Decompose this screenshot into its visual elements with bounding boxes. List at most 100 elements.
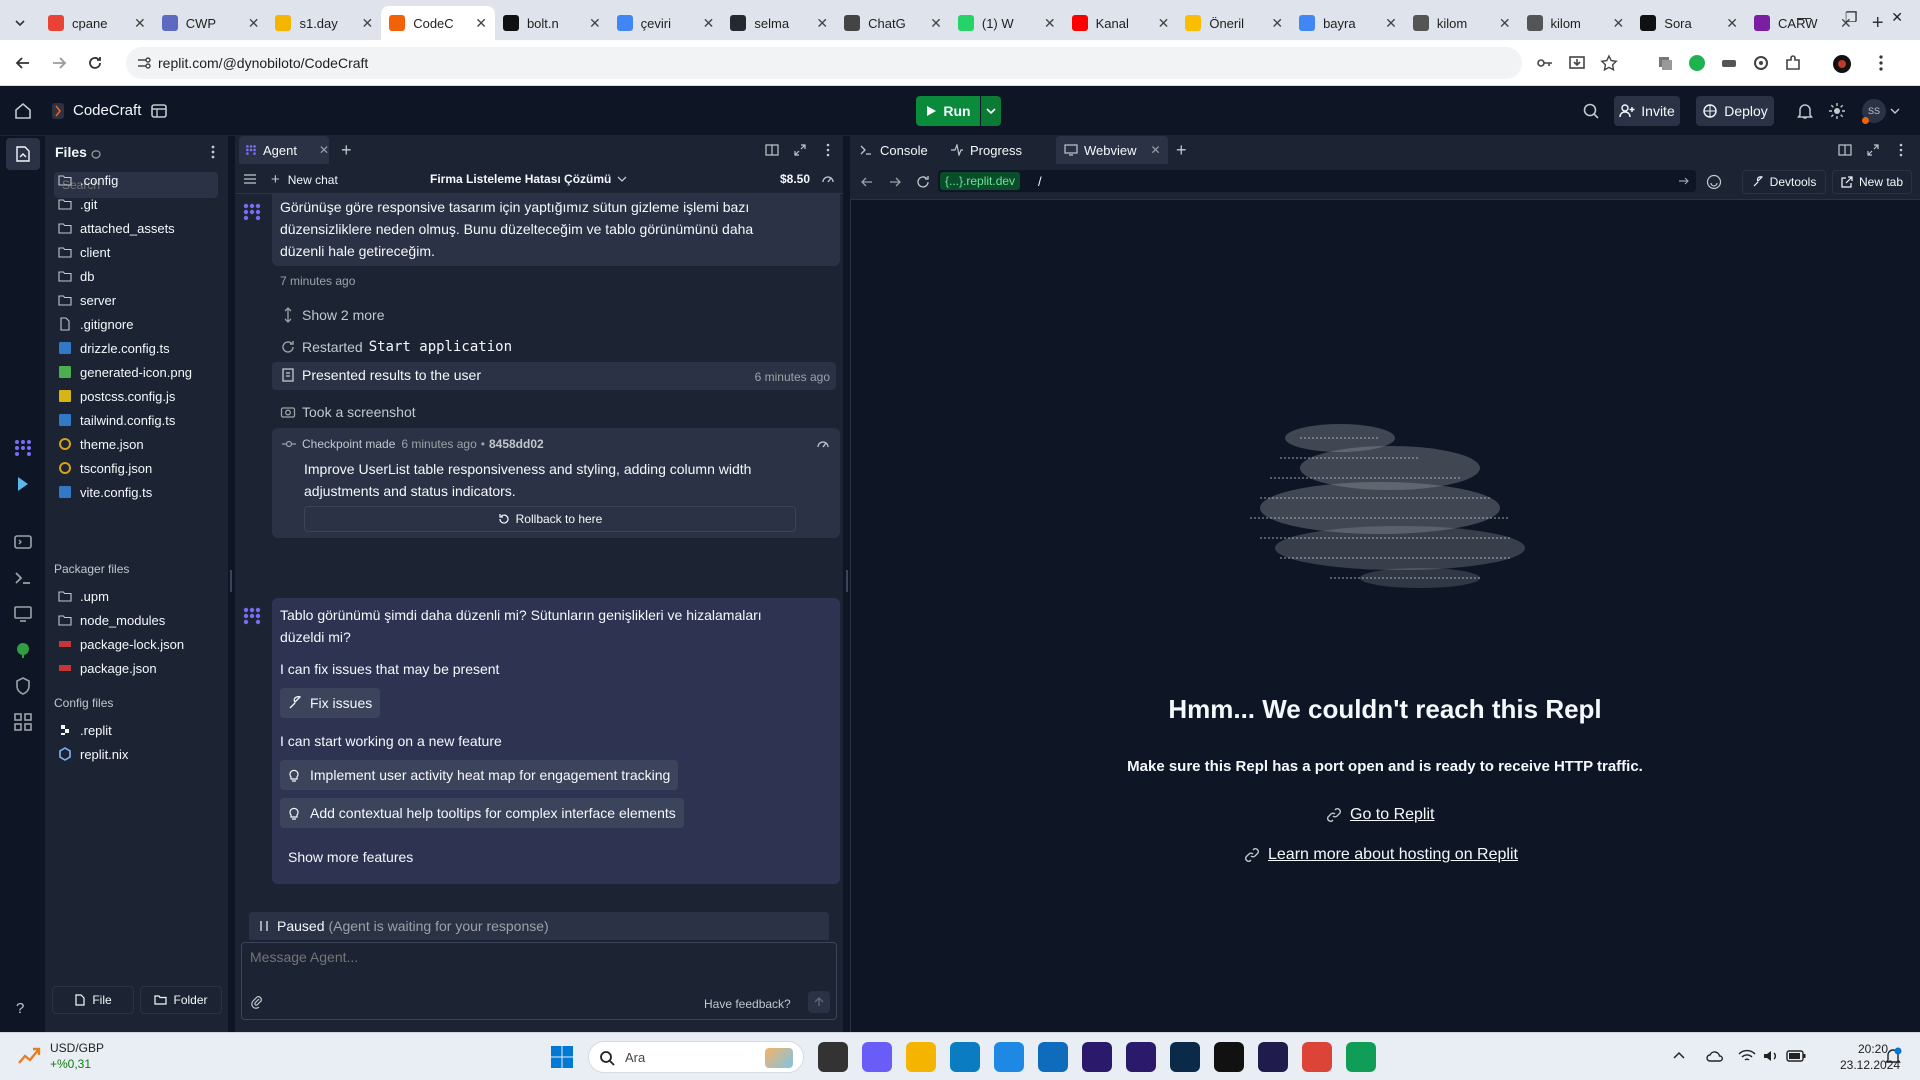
folder-item[interactable]: attached_assets (58, 217, 175, 239)
extension-gear-icon[interactable] (1752, 54, 1770, 72)
restore-button[interactable]: ❐ (1845, 9, 1858, 26)
gauge-icon[interactable] (821, 172, 835, 186)
panel-resize-handle[interactable] (846, 570, 848, 592)
file-item[interactable]: package-lock.json (58, 633, 184, 655)
taskbar-search-box[interactable]: Ara (588, 1041, 804, 1073)
close-tab-icon[interactable]: ✕ (319, 143, 329, 157)
close-tab-icon[interactable]: ✕ (703, 15, 715, 32)
browser-tab[interactable]: ChatG ✕ (836, 6, 950, 40)
premiere-icon[interactable] (1082, 1042, 1112, 1072)
add-tab-button[interactable]: + (1176, 140, 1187, 161)
close-tab-icon[interactable]: ✕ (1499, 15, 1511, 32)
devtools-button[interactable]: Devtools (1742, 170, 1826, 194)
back-icon[interactable] (14, 54, 32, 72)
tab-webview[interactable]: Webview ✕ (1056, 136, 1168, 164)
chrome-profile-icon[interactable] (1346, 1042, 1376, 1072)
sun-icon[interactable] (1828, 102, 1846, 120)
file-item[interactable]: tailwind.config.ts (58, 409, 175, 431)
browser-tab[interactable]: s1.day ✕ (267, 6, 381, 40)
close-tab-icon[interactable]: ✕ (1044, 15, 1056, 32)
close-tab-icon[interactable]: ✕ (475, 15, 487, 32)
file-item[interactable]: .replit (58, 719, 112, 741)
agent-tool-icon[interactable] (13, 438, 33, 458)
show-more-features-button[interactable]: Show more features (288, 846, 413, 868)
run-button[interactable]: Run (916, 96, 980, 126)
browser-tab[interactable]: Kanal ✕ (1064, 6, 1178, 40)
database-tool-icon[interactable] (13, 640, 33, 660)
file-item[interactable]: .gitignore (58, 313, 133, 335)
new-chat-button[interactable]: + New chat (271, 171, 338, 188)
clock[interactable]: 20:20 23.12.2024 (1840, 1041, 1900, 1073)
cloud-icon[interactable] (1706, 1048, 1724, 1064)
deploy-button[interactable]: Deploy (1696, 96, 1774, 126)
reload-icon[interactable] (916, 175, 930, 189)
close-tab-icon[interactable]: ✕ (1271, 15, 1283, 32)
reload-icon[interactable] (86, 54, 104, 72)
new-file-button[interactable]: File (52, 986, 134, 1014)
notifications-icon[interactable] (1884, 1047, 1902, 1065)
bell-icon[interactable] (1796, 102, 1814, 120)
close-tab-icon[interactable]: ✕ (816, 15, 828, 32)
go-arrow-icon[interactable] (1678, 175, 1690, 187)
run-options-button[interactable] (981, 96, 1001, 126)
browser-tab[interactable]: kilom ✕ (1519, 6, 1633, 40)
wifi-icon[interactable] (1738, 1048, 1756, 1064)
site-settings-icon[interactable] (136, 55, 152, 71)
capcut-icon[interactable] (1214, 1042, 1244, 1072)
chevron-down-icon[interactable] (1890, 106, 1900, 116)
tab-progress[interactable]: Progress (946, 136, 1042, 164)
close-tab-icon[interactable]: ✕ (1151, 143, 1161, 157)
project-name[interactable]: CodeCraft (73, 102, 141, 119)
extension-car-icon[interactable] (1720, 54, 1738, 72)
install-icon[interactable] (1568, 54, 1586, 72)
chat-title-dropdown[interactable]: Firma Listeleme Hatası Çözümü (430, 172, 627, 186)
show-more-button[interactable]: Show 2 more (280, 307, 384, 323)
extension-copy-icon[interactable] (1656, 54, 1674, 72)
all-tools-icon[interactable] (13, 712, 33, 732)
feature-suggestion-button[interactable]: Implement user activity heat map for eng… (280, 760, 679, 790)
project-menu-icon[interactable] (150, 102, 168, 120)
file-item[interactable]: postcss.config.js (58, 385, 175, 407)
currency-widget[interactable]: USD/GBP +%0,31 (50, 1040, 104, 1072)
file-item[interactable]: generated-icon.png (58, 361, 192, 383)
maximize-icon[interactable] (793, 143, 807, 157)
history-list-icon[interactable] (243, 172, 257, 186)
forward-icon[interactable] (888, 175, 902, 189)
browser-tab[interactable]: çeviri ✕ (609, 6, 723, 40)
rollback-button[interactable]: Rollback to here (304, 506, 796, 532)
file-item[interactable]: tsconfig.json (58, 457, 152, 479)
folder-item[interactable]: .upm (58, 585, 109, 607)
new-folder-button[interactable]: Folder (140, 986, 222, 1014)
close-tab-icon[interactable]: ✕ (134, 15, 146, 32)
close-tab-icon[interactable]: ✕ (361, 15, 373, 32)
search-icon[interactable] (1582, 102, 1600, 120)
webview-tool-icon[interactable] (13, 532, 33, 552)
hosting-learn-more-link[interactable]: Learn more about hosting on Replit (1244, 846, 1518, 864)
checkpoint-gauge-icon[interactable] (816, 437, 830, 451)
minimize-button[interactable]: — (1797, 9, 1811, 25)
profile-avatar-icon[interactable] (1832, 54, 1852, 74)
close-tab-icon[interactable]: ✕ (589, 15, 601, 32)
file-item[interactable]: theme.json (58, 433, 144, 455)
folder-item[interactable]: client (58, 241, 110, 263)
help-icon[interactable]: ? (16, 1000, 24, 1017)
url-field[interactable]: replit.com/@dynobiloto/CodeCraft (126, 47, 1522, 79)
media-encoder-icon[interactable] (1126, 1042, 1156, 1072)
close-tab-icon[interactable]: ✕ (1385, 15, 1397, 32)
message-input[interactable] (250, 949, 820, 977)
folder-item[interactable]: server (58, 289, 116, 311)
volume-icon[interactable] (1762, 1048, 1780, 1064)
action-presented[interactable]: Presented results to the user 6 minutes … (272, 362, 836, 390)
panel-resize-handle[interactable] (230, 570, 232, 592)
secrets-tool-icon[interactable] (13, 676, 33, 696)
maximize-icon[interactable] (1866, 143, 1880, 157)
feature-suggestion-button[interactable]: Add contextual help tooltips for complex… (280, 798, 684, 828)
files-tool-button[interactable] (6, 138, 40, 170)
folder-item[interactable]: node_modules (58, 609, 165, 631)
task-view-icon[interactable] (818, 1042, 848, 1072)
browser-tab[interactable]: (1) W ✕ (950, 6, 1064, 40)
usage-cost[interactable]: $8.50 (780, 172, 810, 186)
edge-icon[interactable] (950, 1042, 980, 1072)
browser-tab[interactable]: selma ✕ (722, 6, 836, 40)
invite-button[interactable]: Invite (1614, 96, 1680, 126)
